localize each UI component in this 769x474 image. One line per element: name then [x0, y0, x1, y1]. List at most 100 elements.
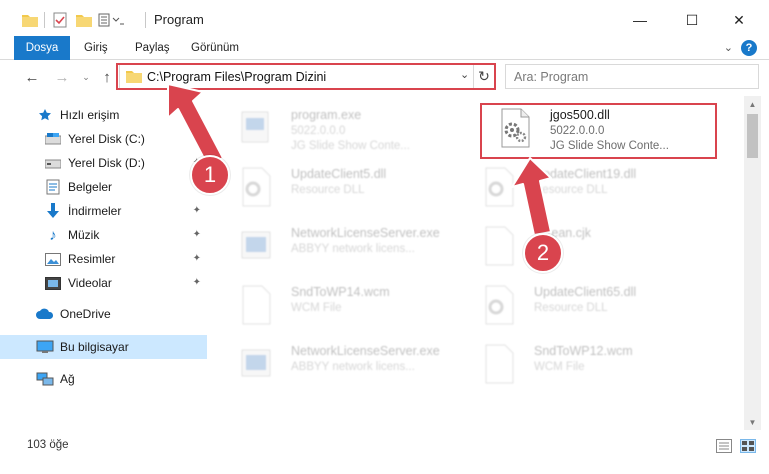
properties-icon[interactable] [53, 11, 67, 29]
file-name: SndToWP12.wcm [534, 344, 633, 358]
file-name: UpdateClient5.dll [291, 167, 387, 181]
up-arrow-icon[interactable]: ↑ [97, 67, 117, 87]
list-item[interactable]: SndToWP14.wcm WCM File [221, 277, 461, 333]
close-button[interactable]: ✕ [727, 8, 751, 32]
view-options-icon[interactable] [98, 11, 124, 29]
minimize-button[interactable]: — [628, 8, 652, 32]
sidebar-item-label: OneDrive [60, 307, 111, 321]
navigation-pane: Hızlı erişim Yerel Disk (C:) ✦ Yerel Dis… [0, 96, 211, 430]
sidebar-item-label: Müzik [68, 228, 100, 242]
forward-arrow-icon[interactable]: → [52, 67, 72, 87]
sidebar-item-label: Bu bilgisayar [60, 340, 129, 354]
chevron-down-icon[interactable]: ⌄ [724, 41, 733, 54]
file-type: WCM File [291, 302, 342, 314]
sidebar-item-label: Ağ [60, 372, 75, 386]
tiles-view-icon[interactable] [740, 439, 756, 453]
file-description: ABBYY network licens... [291, 243, 415, 255]
vertical-scrollbar[interactable]: ▲ ▼ [744, 96, 761, 430]
tab-view[interactable]: Görünüm [191, 36, 239, 60]
file-name: UpdateClient65.dll [534, 285, 637, 299]
file-icon [239, 285, 273, 325]
sidebar-item-downloads[interactable]: İndirmeler ✦ [0, 199, 207, 223]
pin-icon: ✦ [192, 277, 201, 288]
ribbon-tabs: Dosya Giriş Paylaş Görünüm ⌄ ? [0, 36, 769, 60]
file-name: NetworkLicenseServer.exe [291, 226, 440, 240]
file-highlight [480, 103, 717, 159]
file-type: WCM File [534, 361, 585, 373]
list-item[interactable]: NetworkLicenseServer.exe ABBYY network l… [221, 336, 461, 392]
sidebar-item-label: Videolar [68, 276, 112, 290]
list-item[interactable]: UpdateClient65.dll Resource DLL [464, 277, 704, 333]
address-highlight [116, 63, 496, 90]
scroll-down-icon[interactable]: ▼ [744, 414, 761, 430]
dll-icon [239, 167, 273, 207]
list-item[interactable]: SndToWP12.wcm WCM File [464, 336, 704, 392]
back-arrow-icon[interactable]: ← [22, 67, 42, 87]
sidebar-item-label: Yerel Disk (C:) [68, 132, 145, 146]
file-name: NetworkLicenseServer.exe [291, 344, 440, 358]
download-icon [44, 202, 62, 220]
file-version: 5022.0.0.0 [291, 125, 346, 137]
file-icon [482, 344, 516, 384]
sidebar-item-this-pc[interactable]: Bu bilgisayar [0, 335, 207, 359]
file-description: ABBYY network licens... [291, 361, 415, 373]
details-view-icon[interactable] [716, 439, 732, 453]
sidebar-item-label: Hızlı erişim [60, 108, 120, 122]
dll-icon [482, 167, 516, 207]
file-type: Resource DLL [534, 184, 608, 196]
sidebar-item-onedrive[interactable]: OneDrive [0, 302, 207, 326]
exe-icon [239, 344, 273, 384]
callout-badge-1: 1 [190, 155, 230, 195]
file-type: Resource DLL [534, 302, 608, 314]
sidebar-item-drive-c[interactable]: Yerel Disk (C:) ✦ [0, 127, 207, 151]
search-box[interactable]: Ara: Program [505, 64, 759, 89]
exe-icon [239, 226, 273, 266]
music-icon: ♪ [49, 226, 57, 244]
new-folder-icon[interactable] [76, 11, 92, 29]
network-icon [36, 370, 54, 388]
list-item[interactable]: UpdateClient19.dll Resource DLL [464, 159, 704, 215]
file-icon [482, 226, 516, 266]
tab-share[interactable]: Paylaş [135, 36, 170, 60]
recent-locations-icon[interactable]: ⌄ [76, 67, 96, 87]
sidebar-item-videos[interactable]: Videolar ✦ [0, 271, 207, 295]
window-title: Program [154, 12, 204, 27]
help-button[interactable]: ? [741, 40, 757, 56]
list-item[interactable]: UpdateClient5.dll Resource DLL [221, 159, 461, 215]
pin-icon: ✦ [192, 205, 201, 216]
cloud-icon [36, 305, 54, 323]
scroll-up-icon[interactable]: ▲ [744, 96, 761, 112]
sidebar-item-pictures[interactable]: Resimler ✦ [0, 247, 207, 271]
sidebar-item-label: Belgeler [68, 180, 113, 194]
sidebar-item-label: Resimler [68, 252, 116, 266]
file-name: program.exe [291, 108, 362, 122]
tab-file[interactable]: Dosya [14, 36, 70, 60]
maximize-button[interactable]: ☐ [680, 8, 704, 32]
pin-icon: ✦ [192, 229, 201, 240]
sidebar-item-documents[interactable]: Belgeler ✦ [0, 175, 207, 199]
sidebar-item-music[interactable]: ♪ Müzik ✦ [0, 223, 207, 247]
status-bar: 103 öğe [0, 430, 769, 474]
pin-icon: ✦ [192, 253, 201, 264]
list-item[interactable]: program.exe 5022.0.0.0 JG Slide Show Con… [221, 100, 461, 156]
tab-home[interactable]: Giriş [84, 36, 108, 60]
dll-icon [482, 285, 516, 325]
file-type: Resource DLL [291, 184, 365, 196]
list-item[interactable]: NetworkLicenseServer.exe ABBYY network l… [221, 218, 461, 274]
file-description: JG Slide Show Conte... [291, 140, 410, 152]
drive-icon [44, 154, 62, 172]
sidebar-item-quick-access[interactable]: Hızlı erişim [0, 103, 207, 127]
videos-icon [44, 274, 62, 292]
sidebar-item-drive-d[interactable]: Yerel Disk (D:) ✦ [0, 151, 207, 175]
pictures-icon [44, 250, 62, 268]
search-input[interactable]: Ara: Program [514, 70, 588, 84]
file-name: UpdateClient19.dll [534, 167, 637, 181]
computer-icon [36, 338, 54, 356]
file-name: SndToWP14.wcm [291, 285, 390, 299]
list-item[interactable]: korean.cjk [464, 218, 704, 274]
star-icon [36, 106, 54, 124]
scrollbar-thumb[interactable] [747, 114, 758, 158]
separator [145, 12, 146, 28]
documents-icon [44, 178, 62, 196]
sidebar-item-network[interactable]: Ağ [0, 367, 207, 391]
